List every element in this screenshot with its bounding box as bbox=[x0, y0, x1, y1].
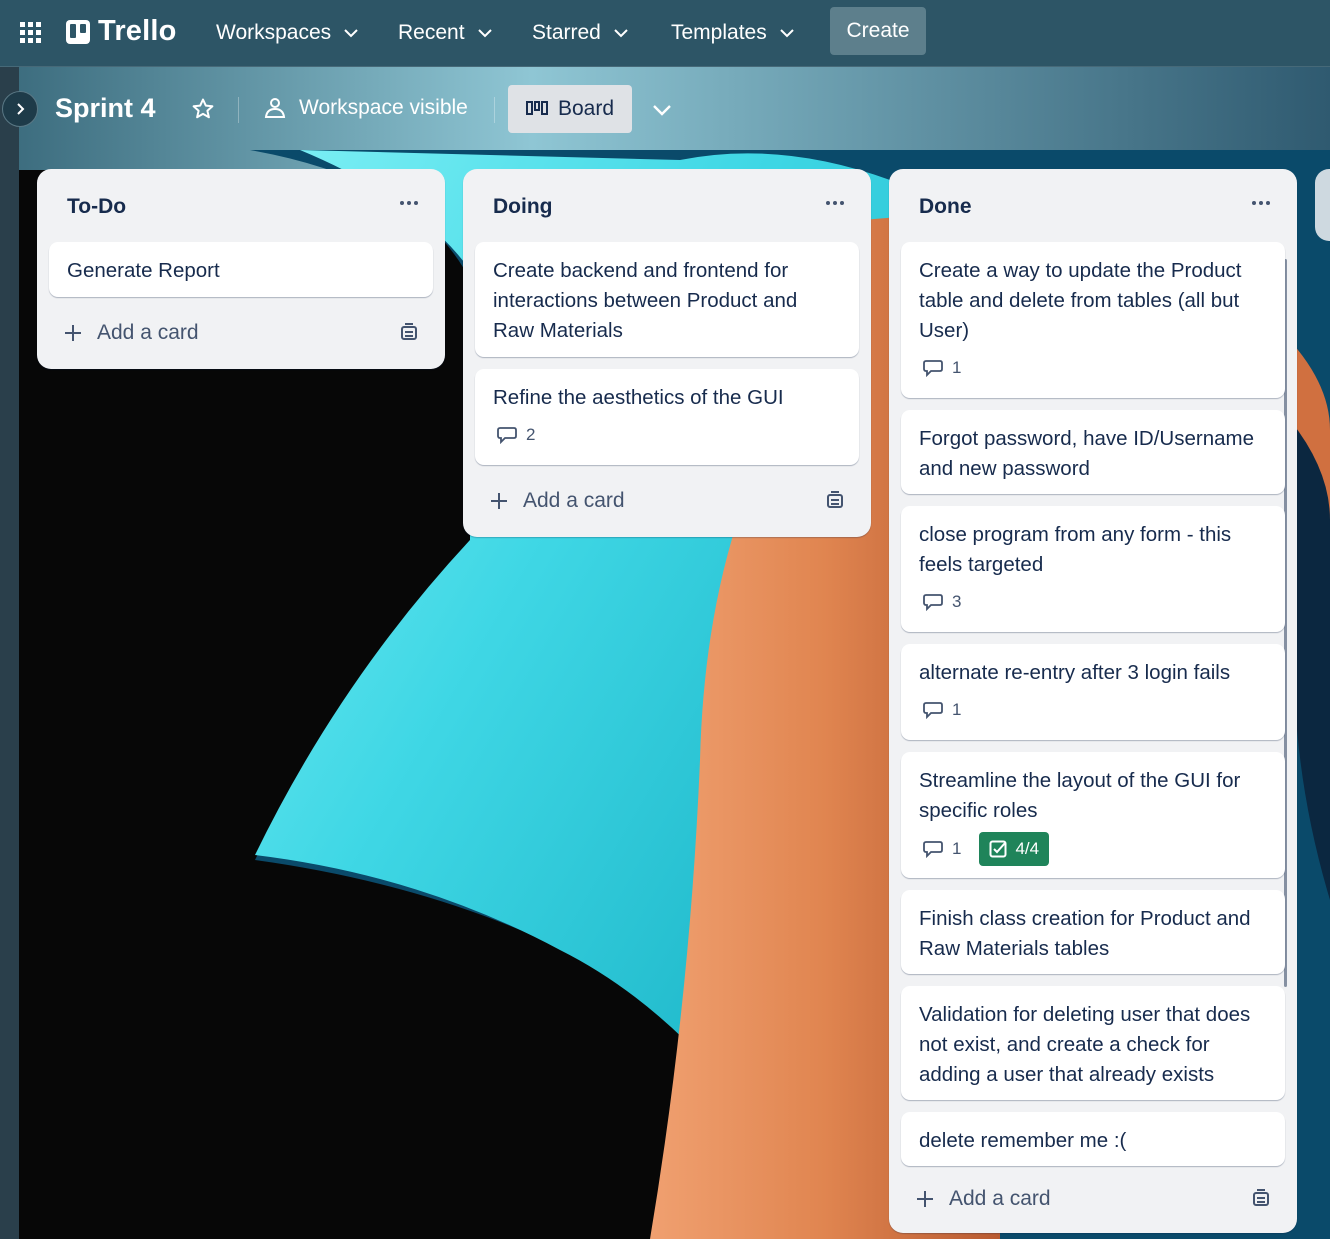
card[interactable]: Create backend and frontend for interact… bbox=[475, 242, 859, 357]
comment-badge: 1 bbox=[923, 358, 961, 378]
chevron-down-icon[interactable] bbox=[650, 98, 674, 122]
chevron-down-icon bbox=[344, 29, 358, 38]
comment-badge: 1 bbox=[923, 839, 961, 859]
plus-icon bbox=[917, 1191, 933, 1207]
card-title: Create a way to update the Product table… bbox=[919, 259, 1242, 342]
chevron-down-icon bbox=[477, 29, 492, 38]
board-view-label: Board bbox=[557, 97, 615, 120]
card-title: close program from any form - this feels… bbox=[919, 523, 1232, 576]
card[interactable]: alternate re-entry after 3 login fails 1 bbox=[901, 644, 1285, 740]
card-title: delete remember me :( bbox=[919, 1129, 1127, 1152]
header-divider bbox=[238, 97, 239, 123]
more-options-icon[interactable] bbox=[823, 191, 847, 215]
card-title: alternate re-entry after 3 login fails bbox=[919, 661, 1231, 684]
card-template-icon[interactable] bbox=[825, 491, 845, 511]
checklist-badge: 4/4 bbox=[979, 832, 1050, 866]
sidebar-collapsed bbox=[0, 67, 19, 1239]
comment-icon bbox=[923, 360, 943, 377]
add-card-label: Add a card bbox=[949, 1187, 1051, 1210]
comment-icon bbox=[923, 841, 943, 858]
chevron-down-icon bbox=[614, 29, 628, 38]
more-options-icon[interactable] bbox=[397, 191, 421, 215]
card[interactable]: close program from any form - this feels… bbox=[901, 506, 1285, 632]
card-title: Finish class creation for Product and Ra… bbox=[919, 907, 1251, 960]
comment-icon bbox=[923, 594, 943, 611]
card[interactable]: Streamline the layout of the GUI for spe… bbox=[901, 752, 1285, 878]
card-badges: 1 bbox=[923, 700, 961, 720]
add-card-button[interactable]: Add a card bbox=[915, 1187, 1051, 1211]
visibility-button[interactable]: Workspace visible bbox=[263, 96, 468, 120]
card[interactable]: Create a way to update the Product table… bbox=[901, 242, 1285, 398]
card[interactable]: delete remember me :( bbox=[901, 1112, 1285, 1166]
checklist-count: 4/4 bbox=[1015, 839, 1040, 858]
comment-count: 1 bbox=[952, 358, 962, 377]
header-divider bbox=[494, 97, 495, 123]
list-doing: Doing Create backend and frontend for in… bbox=[463, 169, 871, 537]
card-badges: 1 4/4 bbox=[923, 832, 1050, 866]
nav-workspaces-menu[interactable]: Workspaces bbox=[216, 18, 359, 48]
add-card-button[interactable]: Add a card bbox=[63, 321, 199, 345]
comment-count: 1 bbox=[952, 700, 962, 719]
add-card-label: Add a card bbox=[523, 489, 625, 512]
card-title: Forgot password, have ID/Username and ne… bbox=[919, 427, 1254, 480]
comment-count: 3 bbox=[952, 592, 962, 611]
chevron-right-icon bbox=[17, 103, 25, 115]
add-another-list-panel[interactable] bbox=[1315, 169, 1330, 241]
chevron-down-icon bbox=[780, 29, 794, 38]
comment-count: 2 bbox=[526, 425, 536, 444]
nav-workspaces-label: Workspaces bbox=[216, 21, 332, 44]
visibility-label: Workspace visible bbox=[299, 96, 468, 119]
nav-templates-menu[interactable]: Templates bbox=[671, 18, 795, 48]
board-view-icon bbox=[525, 101, 548, 115]
card-title: Generate Report bbox=[67, 259, 220, 282]
card-badges: 3 bbox=[923, 592, 961, 612]
top-navigation-bar: Trello Workspaces Recent Starred Templat… bbox=[0, 0, 1330, 67]
board-title[interactable]: Sprint 4 bbox=[55, 93, 156, 124]
comment-icon bbox=[923, 702, 943, 719]
board-view-button[interactable]: Board bbox=[508, 85, 632, 133]
comment-badge: 1 bbox=[923, 700, 961, 720]
list-title[interactable]: Doing bbox=[493, 195, 552, 219]
card-title: Refine the aesthetics of the GUI bbox=[493, 386, 784, 409]
card[interactable]: Finish class creation for Product and Ra… bbox=[901, 890, 1285, 974]
star-icon[interactable] bbox=[191, 97, 215, 121]
list-title[interactable]: Done bbox=[919, 195, 972, 219]
plus-icon bbox=[491, 493, 507, 509]
card[interactable]: Refine the aesthetics of the GUI 2 bbox=[475, 369, 859, 465]
nav-recent-label: Recent bbox=[398, 21, 465, 44]
list-done: Done Create a way to update the Product … bbox=[889, 169, 1297, 1233]
trello-logo-text: Trello bbox=[98, 15, 177, 47]
comment-icon bbox=[497, 427, 517, 444]
card[interactable]: Forgot password, have ID/Username and ne… bbox=[901, 410, 1285, 494]
card-template-icon[interactable] bbox=[1251, 1189, 1271, 1209]
app-switcher-icon[interactable] bbox=[20, 22, 42, 44]
add-card-button[interactable]: Add a card bbox=[489, 489, 625, 513]
more-options-icon[interactable] bbox=[1249, 191, 1273, 215]
plus-icon bbox=[65, 325, 81, 341]
comment-count: 1 bbox=[952, 839, 962, 858]
card-title: Streamline the layout of the GUI for spe… bbox=[919, 769, 1241, 822]
nav-recent-menu[interactable]: Recent bbox=[398, 18, 493, 48]
expand-sidebar-button[interactable] bbox=[2, 91, 38, 127]
card[interactable]: Validation for deleting user that does n… bbox=[901, 986, 1285, 1100]
add-card-label: Add a card bbox=[97, 321, 199, 344]
list-title[interactable]: To-Do bbox=[67, 195, 126, 219]
card-title: Validation for deleting user that does n… bbox=[919, 1003, 1251, 1086]
card-template-icon[interactable] bbox=[399, 323, 419, 343]
nav-starred-menu[interactable]: Starred bbox=[532, 18, 629, 48]
workspace-people-icon bbox=[264, 98, 286, 118]
create-button[interactable]: Create bbox=[830, 7, 926, 55]
checkbox-checked-icon bbox=[989, 840, 1007, 858]
card-badges: 2 bbox=[497, 425, 535, 445]
trello-logo[interactable]: Trello bbox=[66, 15, 177, 48]
card-badges: 1 bbox=[923, 358, 961, 378]
comment-badge: 2 bbox=[497, 425, 535, 445]
list-todo: To-Do Generate Report Add a card bbox=[37, 169, 445, 369]
trello-logo-icon bbox=[66, 19, 90, 44]
nav-templates-label: Templates bbox=[671, 21, 767, 44]
card-title: Create backend and frontend for interact… bbox=[493, 259, 798, 342]
card[interactable]: Generate Report bbox=[49, 242, 433, 297]
comment-badge: 3 bbox=[923, 592, 961, 612]
nav-starred-label: Starred bbox=[532, 21, 601, 44]
